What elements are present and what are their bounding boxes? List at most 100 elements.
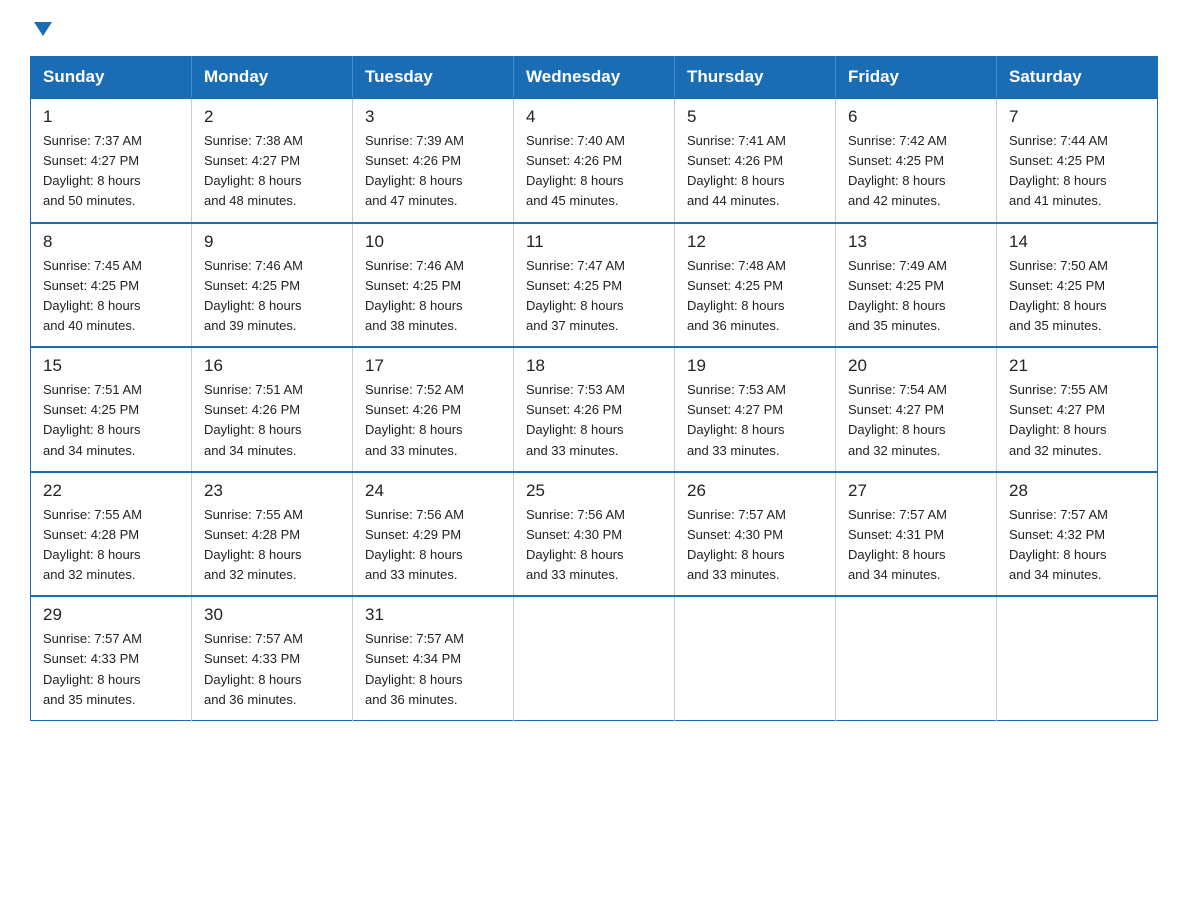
calendar-cell: 5 Sunrise: 7:41 AMSunset: 4:26 PMDaylight… xyxy=(675,98,836,223)
calendar-cell: 21 Sunrise: 7:55 AMSunset: 4:27 PMDayligh… xyxy=(997,347,1158,472)
calendar-cell: 7Sunrise: 7:44 AMSunset: 4:25 PMDaylight… xyxy=(997,98,1158,223)
day-info: Sunrise: 7:55 AMSunset: 4:27 PMDaylight:… xyxy=(1009,380,1147,461)
day-number: 19 xyxy=(687,356,825,376)
day-number: 24 xyxy=(365,481,503,501)
calendar-week-row: 22 Sunrise: 7:55 AMSunset: 4:28 PMDayligh… xyxy=(31,472,1158,597)
calendar-week-row: 8 Sunrise: 7:45 AMSunset: 4:25 PMDaylight… xyxy=(31,223,1158,348)
day-info: Sunrise: 7:57 AMSunset: 4:32 PMDaylight:… xyxy=(1009,505,1147,586)
day-number: 6 xyxy=(848,107,986,127)
calendar-cell: 24 Sunrise: 7:56 AMSunset: 4:29 PMDayligh… xyxy=(353,472,514,597)
calendar-cell: 28 Sunrise: 7:57 AMSunset: 4:32 PMDayligh… xyxy=(997,472,1158,597)
day-number: 22 xyxy=(43,481,181,501)
calendar-cell: 20 Sunrise: 7:54 AMSunset: 4:27 PMDayligh… xyxy=(836,347,997,472)
day-info: Sunrise: 7:55 AMSunset: 4:28 PMDaylight:… xyxy=(204,505,342,586)
day-number: 23 xyxy=(204,481,342,501)
calendar-cell: 1Sunrise: 7:37 AMSunset: 4:27 PMDaylight… xyxy=(31,98,192,223)
calendar-cell: 23 Sunrise: 7:55 AMSunset: 4:28 PMDayligh… xyxy=(192,472,353,597)
calendar-cell: 15 Sunrise: 7:51 AMSunset: 4:25 PMDayligh… xyxy=(31,347,192,472)
day-info: Sunrise: 7:57 AMSunset: 4:34 PMDaylight:… xyxy=(365,629,503,710)
calendar-cell: 25Sunrise: 7:56 AMSunset: 4:30 PMDayligh… xyxy=(514,472,675,597)
day-number: 21 xyxy=(1009,356,1147,376)
weekday-header-monday: Monday xyxy=(192,57,353,99)
day-info: Sunrise: 7:41 AMSunset: 4:26 PMDaylight:… xyxy=(687,131,825,212)
day-number: 15 xyxy=(43,356,181,376)
day-number: 28 xyxy=(1009,481,1147,501)
day-number: 18 xyxy=(526,356,664,376)
day-number: 9 xyxy=(204,232,342,252)
calendar-cell: 19Sunrise: 7:53 AMSunset: 4:27 PMDayligh… xyxy=(675,347,836,472)
day-info: Sunrise: 7:57 AMSunset: 4:30 PMDaylight:… xyxy=(687,505,825,586)
day-number: 8 xyxy=(43,232,181,252)
calendar-cell xyxy=(836,596,997,720)
day-info: Sunrise: 7:46 AMSunset: 4:25 PMDaylight:… xyxy=(365,256,503,337)
weekday-header-sunday: Sunday xyxy=(31,57,192,99)
day-info: Sunrise: 7:40 AMSunset: 4:26 PMDaylight:… xyxy=(526,131,664,212)
day-number: 2 xyxy=(204,107,342,127)
calendar-cell: 13Sunrise: 7:49 AMSunset: 4:25 PMDayligh… xyxy=(836,223,997,348)
calendar-cell: 11Sunrise: 7:47 AMSunset: 4:25 PMDayligh… xyxy=(514,223,675,348)
day-info: Sunrise: 7:50 AMSunset: 4:25 PMDaylight:… xyxy=(1009,256,1147,337)
day-number: 31 xyxy=(365,605,503,625)
day-info: Sunrise: 7:37 AMSunset: 4:27 PMDaylight:… xyxy=(43,131,181,212)
logo xyxy=(30,20,54,38)
calendar-week-row: 15 Sunrise: 7:51 AMSunset: 4:25 PMDayligh… xyxy=(31,347,1158,472)
calendar-cell xyxy=(675,596,836,720)
day-info: Sunrise: 7:38 AMSunset: 4:27 PMDaylight:… xyxy=(204,131,342,212)
day-info: Sunrise: 7:48 AMSunset: 4:25 PMDaylight:… xyxy=(687,256,825,337)
calendar-cell: 29 Sunrise: 7:57 AMSunset: 4:33 PMDayligh… xyxy=(31,596,192,720)
weekday-header-saturday: Saturday xyxy=(997,57,1158,99)
calendar-cell: 16 Sunrise: 7:51 AMSunset: 4:26 PMDayligh… xyxy=(192,347,353,472)
weekday-header-wednesday: Wednesday xyxy=(514,57,675,99)
weekday-header-thursday: Thursday xyxy=(675,57,836,99)
day-info: Sunrise: 7:54 AMSunset: 4:27 PMDaylight:… xyxy=(848,380,986,461)
calendar-cell: 18 Sunrise: 7:53 AMSunset: 4:26 PMDayligh… xyxy=(514,347,675,472)
day-info: Sunrise: 7:55 AMSunset: 4:28 PMDaylight:… xyxy=(43,505,181,586)
calendar-cell: 2 Sunrise: 7:38 AMSunset: 4:27 PMDaylight… xyxy=(192,98,353,223)
calendar-header-row: SundayMondayTuesdayWednesdayThursdayFrid… xyxy=(31,57,1158,99)
day-number: 25 xyxy=(526,481,664,501)
day-info: Sunrise: 7:51 AMSunset: 4:26 PMDaylight:… xyxy=(204,380,342,461)
day-info: Sunrise: 7:57 AMSunset: 4:31 PMDaylight:… xyxy=(848,505,986,586)
day-number: 30 xyxy=(204,605,342,625)
day-info: Sunrise: 7:39 AMSunset: 4:26 PMDaylight:… xyxy=(365,131,503,212)
calendar-cell xyxy=(514,596,675,720)
day-info: Sunrise: 7:51 AMSunset: 4:25 PMDaylight:… xyxy=(43,380,181,461)
weekday-header-tuesday: Tuesday xyxy=(353,57,514,99)
calendar-week-row: 29 Sunrise: 7:57 AMSunset: 4:33 PMDayligh… xyxy=(31,596,1158,720)
calendar-cell: 26 Sunrise: 7:57 AMSunset: 4:30 PMDayligh… xyxy=(675,472,836,597)
calendar-cell: 4 Sunrise: 7:40 AMSunset: 4:26 PMDaylight… xyxy=(514,98,675,223)
calendar-cell: 8 Sunrise: 7:45 AMSunset: 4:25 PMDaylight… xyxy=(31,223,192,348)
page-header xyxy=(30,20,1158,38)
calendar-cell: 9 Sunrise: 7:46 AMSunset: 4:25 PMDaylight… xyxy=(192,223,353,348)
day-info: Sunrise: 7:49 AMSunset: 4:25 PMDaylight:… xyxy=(848,256,986,337)
day-info: Sunrise: 7:52 AMSunset: 4:26 PMDaylight:… xyxy=(365,380,503,461)
calendar-cell: 31 Sunrise: 7:57 AMSunset: 4:34 PMDayligh… xyxy=(353,596,514,720)
weekday-header-friday: Friday xyxy=(836,57,997,99)
day-info: Sunrise: 7:47 AMSunset: 4:25 PMDaylight:… xyxy=(526,256,664,337)
day-info: Sunrise: 7:44 AMSunset: 4:25 PMDaylight:… xyxy=(1009,131,1147,212)
day-info: Sunrise: 7:42 AMSunset: 4:25 PMDaylight:… xyxy=(848,131,986,212)
day-number: 16 xyxy=(204,356,342,376)
day-info: Sunrise: 7:46 AMSunset: 4:25 PMDaylight:… xyxy=(204,256,342,337)
calendar-cell: 10Sunrise: 7:46 AMSunset: 4:25 PMDayligh… xyxy=(353,223,514,348)
calendar-cell: 6 Sunrise: 7:42 AMSunset: 4:25 PMDaylight… xyxy=(836,98,997,223)
calendar-cell: 17Sunrise: 7:52 AMSunset: 4:26 PMDayligh… xyxy=(353,347,514,472)
day-info: Sunrise: 7:57 AMSunset: 4:33 PMDaylight:… xyxy=(43,629,181,710)
day-info: Sunrise: 7:56 AMSunset: 4:29 PMDaylight:… xyxy=(365,505,503,586)
day-number: 26 xyxy=(687,481,825,501)
day-number: 27 xyxy=(848,481,986,501)
calendar-cell: 22 Sunrise: 7:55 AMSunset: 4:28 PMDayligh… xyxy=(31,472,192,597)
day-number: 5 xyxy=(687,107,825,127)
day-info: Sunrise: 7:45 AMSunset: 4:25 PMDaylight:… xyxy=(43,256,181,337)
calendar-cell xyxy=(997,596,1158,720)
day-number: 20 xyxy=(848,356,986,376)
day-number: 29 xyxy=(43,605,181,625)
day-number: 4 xyxy=(526,107,664,127)
day-info: Sunrise: 7:53 AMSunset: 4:26 PMDaylight:… xyxy=(526,380,664,461)
calendar-week-row: 1Sunrise: 7:37 AMSunset: 4:27 PMDaylight… xyxy=(31,98,1158,223)
logo-triangle-icon xyxy=(32,20,54,38)
calendar-cell: 30Sunrise: 7:57 AMSunset: 4:33 PMDayligh… xyxy=(192,596,353,720)
calendar-cell: 14Sunrise: 7:50 AMSunset: 4:25 PMDayligh… xyxy=(997,223,1158,348)
calendar-cell: 27 Sunrise: 7:57 AMSunset: 4:31 PMDayligh… xyxy=(836,472,997,597)
calendar-cell: 3Sunrise: 7:39 AMSunset: 4:26 PMDaylight… xyxy=(353,98,514,223)
